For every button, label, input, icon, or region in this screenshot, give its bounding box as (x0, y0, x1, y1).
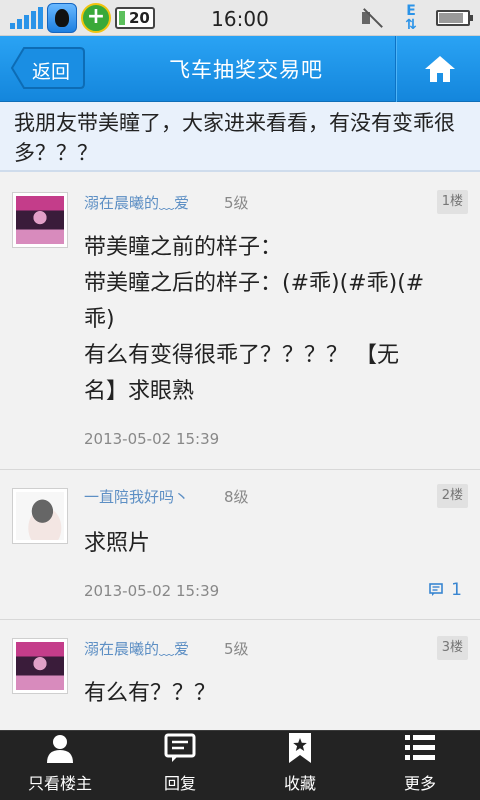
floor-badge: 1楼 (436, 190, 468, 214)
battery-icon (436, 10, 473, 26)
reply-count: 1 (451, 580, 462, 600)
post-line: 有么有变得很乖了？？？？ 【无 (84, 343, 399, 368)
only-op-button[interactable]: 只看楼主 (0, 731, 120, 800)
thread-subject: 我朋友带美瞳了，大家进来看看，有没有变乖很多？？？ (0, 102, 480, 172)
post-time: 2013-05-02 15:39 (84, 430, 220, 448)
reply-count-button[interactable]: 1 (429, 580, 462, 600)
more-list-icon (405, 735, 435, 760)
post-body: 求照片 (84, 526, 464, 562)
title-bar: 返回 飞车抽奖交易吧 (0, 36, 480, 102)
post-body: 有么有？？？ (84, 676, 464, 712)
post-line: 名】求眼熟 (84, 379, 195, 404)
person-icon (47, 735, 73, 763)
page-title: 飞车抽奖交易吧 (169, 58, 323, 82)
post-author[interactable]: 一直陪我好吗丶 (84, 486, 189, 507)
reply-label: 回复 (163, 774, 196, 793)
post-line: 乖) (84, 307, 115, 332)
post-level: 5级 (224, 194, 249, 212)
avatar[interactable] (12, 638, 68, 694)
comment-icon (429, 583, 443, 596)
post-body: 带美瞳之前的样子： 带美瞳之后的样子：(#乖)(#乖)(# 乖) 有么有变得很乖… (84, 230, 464, 410)
post-line: 求照片 (84, 531, 151, 556)
post-level: 5级 (224, 640, 249, 658)
more-button[interactable]: 更多 (360, 731, 480, 800)
avatar[interactable] (12, 488, 68, 544)
reply-button[interactable]: 回复 (120, 731, 240, 800)
status-bar: + 20 16:00 E ⇅ (0, 0, 480, 36)
post-line: 带美瞳之后的样子：(#乖)(#乖)(# (84, 271, 425, 296)
post-line: 有么有？？？ (84, 681, 217, 706)
post-list[interactable]: 溺在晨曦的﹏爱 5级 1楼 带美瞳之前的样子： 带美瞳之后的样子：(#乖)(#乖… (0, 174, 480, 730)
title-divider (395, 36, 396, 102)
mute-icon (360, 5, 386, 31)
post-line: 带美瞳之前的样子： (84, 235, 283, 260)
post-author[interactable]: 溺在晨曦的﹏爱 (84, 192, 189, 213)
only-op-label: 只看楼主 (27, 774, 92, 793)
floor-badge: 2楼 (436, 484, 468, 508)
reply-icon (164, 733, 196, 762)
back-button-label: 返回 (32, 61, 71, 83)
bookmark-icon (289, 733, 311, 763)
favorite-button[interactable]: 收藏 (240, 731, 360, 800)
home-icon (425, 56, 455, 82)
favorite-label: 收藏 (283, 774, 316, 793)
back-button[interactable]: 返回 (10, 46, 86, 90)
post-author[interactable]: 溺在晨曦的﹏爱 (84, 638, 189, 659)
floor-badge: 3楼 (436, 636, 468, 660)
bottom-toolbar: 只看楼主 回复 收藏 更多 (0, 730, 480, 800)
post-time: 2013-05-02 15:39 (84, 582, 220, 600)
post-item[interactable]: 溺在晨曦的﹏爱 5级 3楼 有么有？？？ (0, 620, 480, 730)
post-item[interactable]: 一直陪我好吗丶 8级 2楼 求照片 2013-05-02 15:39 1 (0, 470, 480, 620)
data-transfer-icon: E ⇅ (405, 3, 417, 33)
post-item[interactable]: 溺在晨曦的﹏爱 5级 1楼 带美瞳之前的样子： 带美瞳之后的样子：(#乖)(#乖… (0, 174, 480, 470)
post-level: 8级 (224, 488, 249, 506)
home-button[interactable] (400, 36, 480, 102)
more-label: 更多 (403, 774, 436, 793)
avatar[interactable] (12, 192, 68, 248)
